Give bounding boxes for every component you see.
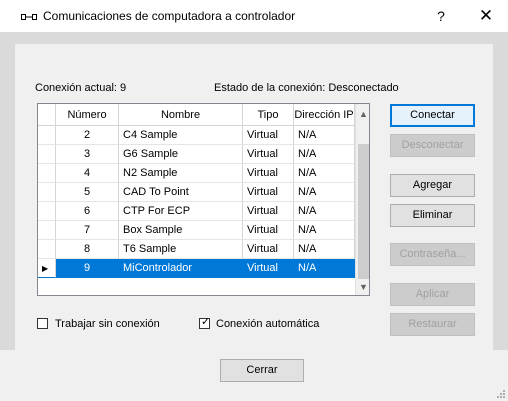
apply-button[interactable]: Aplicar xyxy=(390,283,475,306)
cell-number: 5 xyxy=(56,183,119,202)
cell-ip: N/A xyxy=(294,240,355,259)
table-row-selected[interactable]: ▶ 9 MiControlador Virtual N/A xyxy=(38,259,356,278)
cell-type: Virtual xyxy=(243,126,294,145)
current-connection-label: Conexión actual: 9 xyxy=(35,82,127,94)
cell-number: 7 xyxy=(56,221,119,240)
table-row[interactable]: 7 Box Sample Virtual N/A xyxy=(38,221,356,240)
close-button[interactable]: Cerrar xyxy=(220,359,304,382)
offline-checkbox[interactable] xyxy=(37,318,48,329)
column-header-type[interactable]: Tipo xyxy=(243,104,294,126)
cell-ip: N/A xyxy=(294,145,355,164)
cell-ip: N/A xyxy=(294,126,355,145)
resize-grip-icon[interactable] xyxy=(496,389,506,399)
cell-number: 8 xyxy=(56,240,119,259)
restore-button[interactable]: Restaurar xyxy=(390,313,475,336)
cell-ip: N/A xyxy=(294,164,355,183)
cell-ip: N/A xyxy=(294,202,355,221)
scroll-down-icon[interactable]: ▼ xyxy=(356,279,369,295)
cell-ip: N/A xyxy=(294,183,355,202)
vertical-scrollbar[interactable]: ▲ ▼ xyxy=(355,104,369,295)
password-button[interactable]: Contraseña... xyxy=(390,243,475,266)
window-title: Comunicaciones de computadora a controla… xyxy=(43,9,296,23)
help-button[interactable]: ? xyxy=(431,4,451,28)
connect-button[interactable]: Conectar xyxy=(390,104,475,127)
cell-type: Virtual xyxy=(243,259,294,278)
cell-type: Virtual xyxy=(243,145,294,164)
cell-ip: N/A xyxy=(294,259,355,278)
table-row[interactable]: 6 CTP For ECP Virtual N/A xyxy=(38,202,356,221)
table-row[interactable]: 5 CAD To Point Virtual N/A xyxy=(38,183,356,202)
cell-name: N2 Sample xyxy=(119,164,243,183)
cell-ip: N/A xyxy=(294,221,355,240)
connection-icon xyxy=(21,14,37,20)
row-header xyxy=(38,221,56,240)
cell-number: 3 xyxy=(56,145,119,164)
column-header-name[interactable]: Nombre xyxy=(119,104,243,126)
cell-name: C4 Sample xyxy=(119,126,243,145)
connection-state-label: Estado de la conexión: Desconectado xyxy=(214,82,399,94)
cell-type: Virtual xyxy=(243,183,294,202)
cell-number: 6 xyxy=(56,202,119,221)
cell-number: 4 xyxy=(56,164,119,183)
add-button[interactable]: Agregar xyxy=(390,174,475,197)
cell-number: 2 xyxy=(56,126,119,145)
row-header xyxy=(38,145,56,164)
row-pointer-icon: ▶ xyxy=(42,264,49,273)
cell-type: Virtual xyxy=(243,202,294,221)
cell-name: Box Sample xyxy=(119,221,243,240)
title-bar: Comunicaciones de computadora a controla… xyxy=(0,0,508,32)
cell-number: 9 xyxy=(56,259,119,278)
auto-connect-checkbox[interactable]: ✓ xyxy=(199,316,211,329)
cell-name: CAD To Point xyxy=(119,183,243,202)
cell-name: G6 Sample xyxy=(119,145,243,164)
table-row[interactable]: 4 N2 Sample Virtual N/A xyxy=(38,164,356,183)
table-row[interactable]: 8 T6 Sample Virtual N/A xyxy=(38,240,356,259)
scroll-up-icon[interactable]: ▲ xyxy=(356,106,369,122)
cell-type: Virtual xyxy=(243,164,294,183)
controllers-table: Número Nombre Tipo Dirección IP 2 C4 Sam… xyxy=(37,103,370,296)
cell-name: MiControlador xyxy=(119,259,243,278)
row-header xyxy=(38,202,56,221)
offline-checkbox-label[interactable]: Trabajar sin conexión xyxy=(55,318,160,330)
auto-connect-checkbox-label[interactable]: Conexión automática xyxy=(216,318,319,330)
cell-type: Virtual xyxy=(243,240,294,259)
row-header: ▶ xyxy=(38,259,56,278)
row-header xyxy=(38,126,56,145)
table-row[interactable]: 3 G6 Sample Virtual N/A xyxy=(38,145,356,164)
close-icon[interactable]: ✕ xyxy=(476,4,496,28)
cell-name: T6 Sample xyxy=(119,240,243,259)
column-header-number[interactable]: Número xyxy=(56,104,119,126)
row-header xyxy=(38,240,56,259)
checkmark-icon: ✓ xyxy=(201,316,211,328)
table-row[interactable]: 2 C4 Sample Virtual N/A xyxy=(38,126,356,145)
remove-button[interactable]: Eliminar xyxy=(390,204,475,227)
row-header xyxy=(38,164,56,183)
column-header-ip[interactable]: Dirección IP xyxy=(294,104,355,126)
cell-name: CTP For ECP xyxy=(119,202,243,221)
scrollbar-thumb[interactable] xyxy=(358,144,369,279)
cell-type: Virtual xyxy=(243,221,294,240)
disconnect-button[interactable]: Desconectar xyxy=(390,134,475,157)
row-header xyxy=(38,183,56,202)
row-header-corner xyxy=(38,104,56,126)
